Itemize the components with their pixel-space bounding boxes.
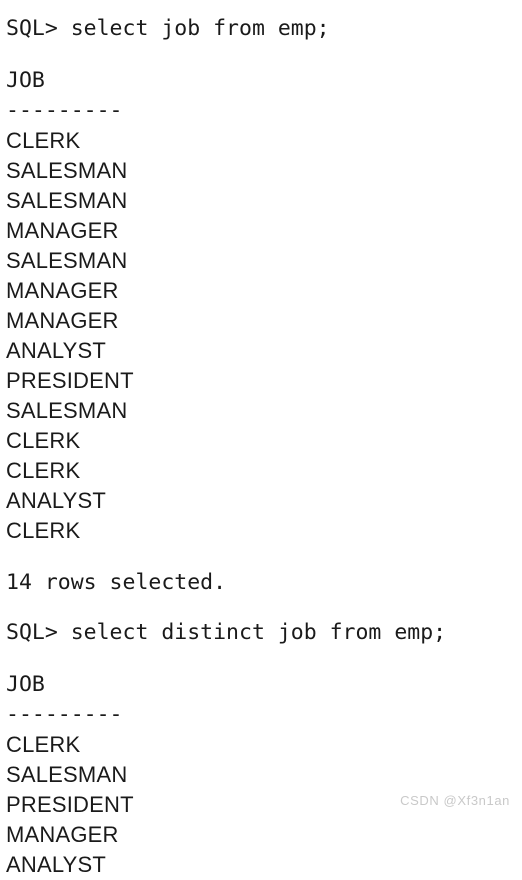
sql-command-line-2: SQL> select distinct job from emp;	[6, 620, 447, 645]
result-row: MANAGER	[6, 218, 119, 243]
result-row: MANAGER	[6, 308, 119, 333]
result-row: CLERK	[6, 732, 81, 757]
csdn-watermark: CSDN @Xf3n1an	[400, 793, 510, 808]
result-row: PRESIDENT	[6, 368, 134, 393]
result-row: ANALYST	[6, 488, 107, 513]
result-column-header-2: JOB	[6, 672, 45, 697]
result-row: CLERK	[6, 128, 81, 153]
result-row: MANAGER	[6, 822, 119, 847]
result-row: ANALYST	[6, 338, 107, 363]
result-row: SALESMAN	[6, 248, 128, 273]
result-header-rule-1: ---------	[6, 98, 123, 123]
result-row: ANALYST	[6, 852, 107, 877]
result-row: SALESMAN	[6, 762, 128, 787]
result-header-rule-2: ---------	[6, 702, 123, 727]
result-row: CLERK	[6, 428, 81, 453]
rows-selected-status: 14 rows selected.	[6, 570, 227, 595]
result-row: SALESMAN	[6, 188, 128, 213]
result-row: CLERK	[6, 458, 81, 483]
sql-command-line-1: SQL> select job from emp;	[6, 16, 330, 41]
result-row: CLERK	[6, 518, 81, 543]
result-column-header-1: JOB	[6, 68, 45, 93]
result-row: SALESMAN	[6, 398, 128, 423]
sql-terminal-output[interactable]: SQL> select job from emp; JOB --------- …	[0, 0, 522, 877]
result-row: SALESMAN	[6, 158, 128, 183]
result-row: MANAGER	[6, 278, 119, 303]
